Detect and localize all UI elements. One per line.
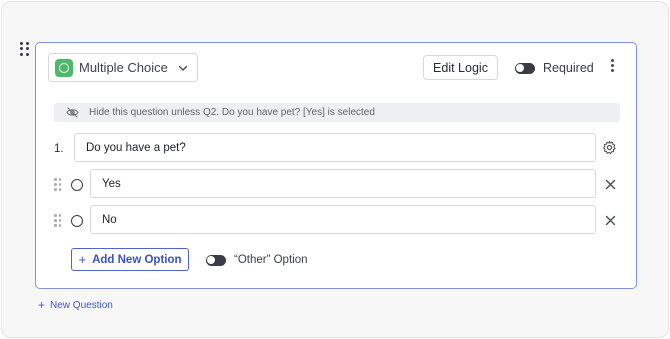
- kebab-menu-icon[interactable]: [609, 59, 615, 75]
- other-option-toggle-group: “Other” Option: [206, 254, 308, 266]
- eye-off-icon: [66, 107, 79, 118]
- required-label: Required: [543, 61, 594, 75]
- question-type-select[interactable]: Multiple Choice: [48, 53, 198, 82]
- gear-icon[interactable]: [602, 140, 617, 155]
- required-toggle-group: Required: [515, 61, 594, 75]
- option-drag-handle-icon[interactable]: [54, 178, 62, 191]
- question-drag-handle-icon[interactable]: [20, 42, 30, 56]
- option-label: Yes: [102, 177, 121, 190]
- question-text-input[interactable]: Do you have a pet?: [74, 133, 596, 162]
- edit-logic-button[interactable]: Edit Logic: [423, 55, 498, 80]
- option-drag-handle-icon[interactable]: [54, 214, 62, 227]
- new-question-link[interactable]: + New Question: [38, 298, 113, 312]
- option-label: No: [102, 213, 117, 226]
- option-input[interactable]: No: [90, 205, 596, 234]
- other-option-label: “Other” Option: [234, 254, 308, 266]
- question-text-value: Do you have a pet?: [86, 141, 186, 154]
- question-builder-frame: Multiple Choice Edit Logic Required Hide…: [1, 1, 669, 338]
- close-icon[interactable]: [605, 179, 616, 190]
- required-toggle-icon[interactable]: [515, 62, 535, 74]
- logic-notice: Hide this question unless Q2. Do you hav…: [54, 103, 620, 122]
- new-question-label: New Question: [50, 299, 113, 311]
- question-card: Multiple Choice Edit Logic Required Hide…: [35, 42, 637, 289]
- logic-notice-text: Hide this question unless Q2. Do you hav…: [89, 107, 375, 118]
- option-input[interactable]: Yes: [90, 169, 596, 198]
- close-icon[interactable]: [605, 215, 616, 226]
- other-option-toggle-icon[interactable]: [206, 254, 226, 266]
- add-new-option-button[interactable]: + Add New Option: [71, 248, 189, 271]
- plus-icon: +: [78, 252, 87, 267]
- radio-circle-icon: [55, 58, 73, 77]
- plus-icon: +: [38, 298, 46, 312]
- add-new-option-label: Add New Option: [92, 253, 182, 266]
- question-number: 1.: [54, 143, 64, 155]
- question-type-label: Multiple Choice: [79, 60, 168, 75]
- option-radio-icon: [71, 179, 83, 191]
- option-radio-icon: [71, 215, 83, 227]
- chevron-down-icon: [178, 65, 188, 71]
